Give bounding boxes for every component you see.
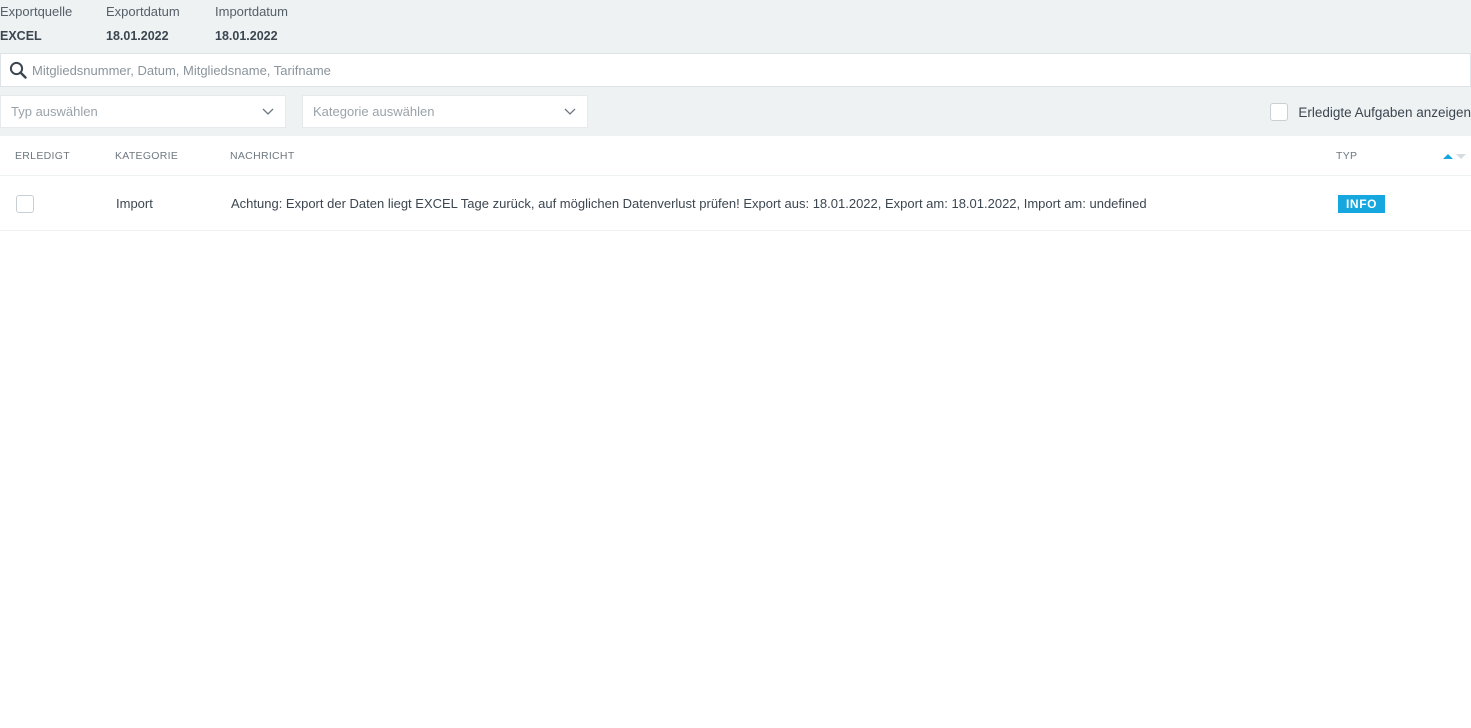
row-done-checkbox[interactable] [16,195,34,213]
import-date-info: Importdatum 18.01.2022 [215,4,288,44]
export-source-value: EXCEL [0,29,42,43]
export-date-label: Exportdatum [106,4,180,19]
category-select-placeholder: Kategorie auswählen [313,104,435,119]
table-header: ERLEDIGT KATEGORIE NACHRICHT TYP [0,136,1471,176]
column-header-category[interactable]: KATEGORIE [115,150,178,162]
row-category: Import [116,196,153,211]
sort-ascending-icon[interactable] [1443,150,1467,162]
category-select[interactable]: Kategorie auswählen [302,95,588,128]
column-header-done[interactable]: ERLEDIGT [15,150,70,162]
chevron-down-icon [563,105,577,119]
import-date-value: 18.01.2022 [215,29,278,43]
filter-panel: Exportquelle EXCEL Exportdatum 18.01.202… [0,0,1471,136]
type-select-placeholder: Typ auswählen [11,104,98,119]
show-done-checkbox[interactable] [1270,103,1289,121]
search-icon [9,61,27,79]
column-header-message[interactable]: NACHRICHT [230,150,295,162]
type-badge: INFO [1338,195,1386,213]
export-date-value: 18.01.2022 [106,29,169,43]
search-input[interactable] [32,55,1432,85]
import-date-label: Importdatum [215,4,288,19]
chevron-down-icon [261,105,275,119]
search-bar[interactable] [0,53,1471,87]
type-select[interactable]: Typ auswählen [0,95,286,128]
show-done-toggle[interactable]: Erledigte Aufgaben anzeigen [1270,103,1471,121]
row-message: Achtung: Export der Daten liegt EXCEL Ta… [231,196,1147,211]
export-date-info: Exportdatum 18.01.2022 [106,4,180,44]
export-source-label: Exportquelle [0,4,73,19]
show-done-label: Erledigte Aufgaben anzeigen [1298,104,1471,120]
column-header-type[interactable]: TYP [1336,150,1357,162]
export-source-info: Exportquelle EXCEL [0,4,72,44]
table-row[interactable]: Import Achtung: Export der Daten liegt E… [0,176,1471,231]
